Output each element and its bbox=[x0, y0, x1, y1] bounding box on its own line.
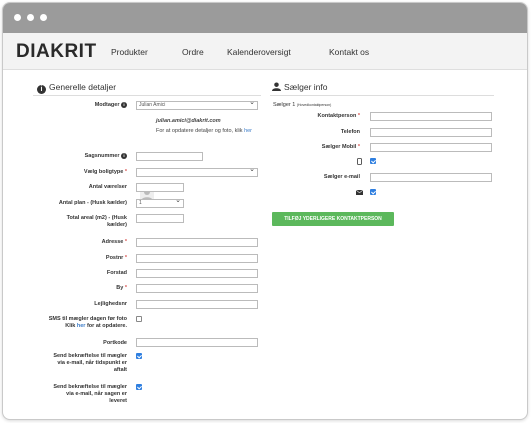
lejlighed-label: Lejlighedsnr bbox=[94, 301, 127, 307]
modtager-select[interactable]: Julian Amici bbox=[136, 99, 258, 110]
nav-item-ordre[interactable]: Ordre bbox=[182, 47, 204, 57]
boligtype-label: Vælg boligtype * bbox=[83, 169, 127, 175]
top-navbar: DIAKRIT Produkter Ordre Kalenderoversigt… bbox=[3, 33, 527, 70]
areal-label: Total areal (m2) - (Husk kælder) bbox=[66, 215, 127, 228]
postnr-label: Postnr * bbox=[105, 255, 127, 261]
by-label: By * bbox=[116, 285, 127, 291]
nav-item-kontakt[interactable]: Kontakt os bbox=[329, 47, 369, 57]
window-dot-icon bbox=[40, 14, 47, 21]
section-title-seller: Sælger info bbox=[272, 82, 327, 92]
add-contact-button[interactable]: TILFØJ YDERLIGERE KONTAKTPERSON bbox=[272, 212, 394, 226]
plan-select[interactable]: 1 bbox=[136, 197, 184, 208]
mobil-label: Sælger Mobil * bbox=[321, 144, 360, 150]
portkode-label: Portkode bbox=[103, 340, 127, 346]
info-icon: i bbox=[37, 85, 46, 94]
user-email: julian.amici@diakrit.com bbox=[156, 118, 221, 124]
vaerelser-input[interactable] bbox=[136, 183, 184, 192]
portkode-input[interactable] bbox=[136, 338, 258, 347]
by-input[interactable] bbox=[136, 284, 258, 293]
nav-item-produkter[interactable]: Produkter bbox=[111, 47, 148, 57]
sms-checkbox[interactable] bbox=[136, 316, 142, 322]
areal-input[interactable] bbox=[136, 214, 184, 223]
section-title-text: Generelle detaljer bbox=[49, 82, 117, 92]
send-confirm-scheduled-checkbox[interactable] bbox=[136, 353, 142, 359]
sms-label: SMS til mægler dagen før foto Klik her fo… bbox=[48, 316, 127, 329]
info-icon: i bbox=[121, 153, 127, 159]
brand-logo[interactable]: DIAKRIT bbox=[16, 41, 97, 63]
adresse-label: Adresse * bbox=[101, 239, 127, 245]
section-title-text: Sælger info bbox=[284, 82, 328, 92]
forstad-input[interactable] bbox=[136, 269, 258, 278]
kontakt-input[interactable] bbox=[370, 112, 492, 121]
envelope-icon bbox=[356, 190, 363, 195]
kontakt-label: Kontaktperson * bbox=[317, 113, 360, 119]
seller-heading: Sælger 1 (Hovedkontaktperson) bbox=[273, 102, 332, 108]
user-icon bbox=[272, 82, 281, 91]
mobil-input[interactable] bbox=[370, 143, 492, 152]
update-here-link[interactable]: her bbox=[244, 128, 252, 134]
nav-item-kalenderoversigt[interactable]: Kalenderoversigt bbox=[227, 47, 291, 57]
section-divider bbox=[270, 95, 494, 96]
send-confirm-delivered-checkbox[interactable] bbox=[136, 384, 142, 390]
vaerelser-label: Antal værelser bbox=[88, 184, 127, 190]
boligtype-select[interactable] bbox=[136, 166, 258, 177]
send-confirm-scheduled-label: Send bekræftelse til mægler via e-mail, n… bbox=[53, 353, 127, 373]
window-dot-icon bbox=[27, 14, 34, 21]
telefon-input[interactable] bbox=[370, 128, 492, 137]
plan-label: Antal plan - (Husk kælder) bbox=[58, 200, 127, 206]
seller-email-input[interactable] bbox=[370, 173, 492, 182]
mobile-icon bbox=[357, 158, 362, 165]
window-titlebar bbox=[3, 3, 527, 33]
section-title-general: i Generelle detaljer bbox=[37, 82, 116, 94]
sagsnummer-label: Sagsnummer i bbox=[37, 153, 127, 160]
user-note: For at opdatere detaljer og foto, klik h… bbox=[156, 128, 253, 134]
sagsnummer-input[interactable] bbox=[136, 152, 203, 161]
send-confirm-delivered-label: Send bekræftelse til mægler via e-mail, n… bbox=[53, 384, 127, 404]
email-notify-checkbox[interactable] bbox=[370, 189, 376, 195]
main-content: i Generelle detaljer Modtager i Julian Am… bbox=[3, 70, 527, 419]
telefon-label: Telefon bbox=[340, 129, 360, 135]
mobile-notify-checkbox[interactable] bbox=[370, 158, 376, 164]
info-icon: i bbox=[121, 102, 127, 108]
window-dot-icon bbox=[14, 14, 21, 21]
seller-email-label: Sælger e-mail bbox=[323, 174, 360, 180]
section-divider bbox=[33, 95, 261, 96]
adresse-input[interactable] bbox=[136, 238, 258, 247]
forstad-label: Forstad bbox=[106, 270, 127, 276]
browser-window: DIAKRIT Produkter Ordre Kalenderoversigt… bbox=[2, 2, 528, 420]
lejlighed-input[interactable] bbox=[136, 300, 258, 309]
postnr-input[interactable] bbox=[136, 254, 258, 263]
modtager-label: Modtager i bbox=[37, 102, 127, 109]
